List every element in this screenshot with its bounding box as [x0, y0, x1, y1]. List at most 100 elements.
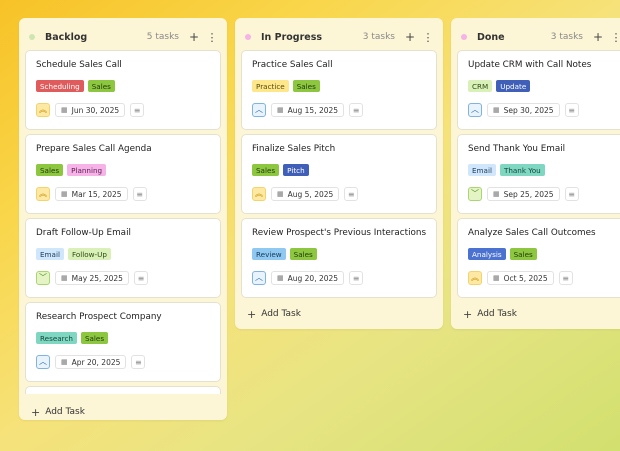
priority-high-icon[interactable]: ︽: [468, 271, 482, 285]
due-date[interactable]: ▦ May 25, 2025: [55, 271, 129, 285]
priority-medium-icon[interactable]: ︿: [252, 103, 266, 117]
task-card[interactable]: Analyze Sales Call Outcomes Analysis Sal…: [457, 218, 620, 298]
task-tag[interactable]: Sales: [252, 164, 280, 176]
card-list: Update CRM with Call Notes CRM Update ︿ …: [457, 50, 620, 298]
task-meta: ︽ ▦ Oct 5, 2025 ≡: [468, 271, 614, 285]
task-tag[interactable]: Sales: [292, 80, 320, 92]
column-task-count: 5 tasks: [146, 32, 179, 42]
task-card[interactable]: Draft Follow-Up Email Email Follow-Up ﹀ …: [25, 218, 221, 298]
notes-icon[interactable]: ≡: [133, 271, 148, 285]
notes-icon[interactable]: ≡: [564, 103, 579, 117]
column-header: In Progress 3 tasks + ⋮: [241, 24, 437, 50]
task-card[interactable]: Practice Sales Call Practice Sales ︿ ▦ A…: [241, 50, 437, 130]
add-task-button[interactable]: + Add Task: [25, 400, 221, 424]
task-tag[interactable]: Email: [36, 248, 64, 260]
notes-icon[interactable]: ≡: [349, 103, 364, 117]
add-task-label: Add Task: [45, 407, 85, 417]
task-title: Draft Follow-Up Email: [36, 228, 131, 238]
more-options-icon[interactable]: ⋮: [205, 31, 219, 44]
due-date[interactable]: ▦ Aug 5, 2025: [271, 187, 340, 201]
task-tag[interactable]: Analysis: [468, 248, 506, 260]
task-tag[interactable]: Sales: [289, 248, 317, 260]
due-date[interactable]: ▦ Apr 20, 2025: [55, 355, 127, 369]
notes-icon[interactable]: ≡: [132, 187, 147, 201]
column-task-count: 3 tasks: [362, 32, 395, 42]
priority-low-icon[interactable]: ﹀: [36, 271, 50, 285]
due-date[interactable]: ▦ Mar 15, 2025: [55, 187, 128, 201]
due-date-text: Aug 20, 2025: [287, 273, 339, 283]
task-title: Schedule Sales Call: [36, 60, 122, 70]
due-date-text: Oct 5, 2025: [503, 273, 548, 283]
notes-icon[interactable]: ≡: [130, 103, 145, 117]
task-card[interactable]: Schedule Sales Call Scheduling Sales ︽ ▦…: [25, 50, 221, 130]
notes-icon[interactable]: ≡: [131, 355, 146, 369]
task-tag[interactable]: Email: [468, 164, 496, 176]
task-card-partial: [25, 386, 221, 394]
add-icon[interactable]: +: [591, 30, 605, 44]
calendar-icon: ▦: [493, 190, 500, 198]
task-meta: ︽ ▦ Mar 15, 2025 ≡: [36, 187, 210, 201]
task-tag[interactable]: Sales: [87, 80, 115, 92]
task-tag[interactable]: Review: [252, 248, 286, 260]
task-tag[interactable]: Practice: [252, 80, 289, 92]
task-card[interactable]: Finalize Sales Pitch Sales Pitch ︽ ▦ Aug…: [241, 134, 437, 214]
due-date-text: Apr 20, 2025: [71, 357, 121, 367]
add-task-button[interactable]: + Add Task: [457, 302, 620, 326]
due-date[interactable]: ▦ Aug 15, 2025: [271, 103, 345, 117]
due-date-text: Jun 30, 2025: [71, 105, 120, 115]
task-tag[interactable]: Sales: [80, 332, 109, 344]
due-date[interactable]: ▦ Jun 30, 2025: [55, 103, 126, 117]
due-date[interactable]: ▦ Aug 20, 2025: [271, 271, 345, 285]
task-meta: ︽ ▦ Aug 5, 2025 ≡: [252, 187, 426, 201]
task-tag[interactable]: Sales: [36, 164, 64, 176]
calendar-icon: ▦: [493, 274, 500, 282]
notes-icon[interactable]: ≡: [344, 187, 359, 201]
column-backlog: Backlog 5 tasks + ⋮ Schedule Sales Call …: [19, 18, 227, 420]
task-tag[interactable]: Follow-Up: [67, 248, 111, 260]
plus-icon: +: [463, 307, 473, 321]
add-icon[interactable]: +: [187, 30, 201, 44]
task-tags: Scheduling Sales: [36, 80, 210, 92]
task-tags: Sales Pitch: [252, 164, 426, 176]
task-tag[interactable]: Thank You: [499, 164, 545, 176]
notes-icon[interactable]: ≡: [558, 271, 573, 285]
priority-high-icon[interactable]: ︽: [36, 187, 50, 201]
due-date[interactable]: ▦ Sep 25, 2025: [487, 187, 560, 201]
task-tag[interactable]: Planning: [67, 164, 107, 176]
task-tag[interactable]: CRM: [468, 80, 493, 92]
task-tag[interactable]: Pitch: [283, 164, 309, 176]
task-card[interactable]: Send Thank You Email Email Thank You ﹀ ▦…: [457, 134, 620, 214]
more-options-icon[interactable]: ⋮: [421, 31, 435, 44]
due-date[interactable]: ▦ Sep 30, 2025: [487, 103, 560, 117]
calendar-icon: ▦: [61, 106, 68, 114]
priority-medium-icon[interactable]: ︿: [252, 271, 266, 285]
priority-low-icon[interactable]: ﹀: [468, 187, 482, 201]
task-title: Research Prospect Company: [36, 312, 162, 322]
priority-medium-icon[interactable]: ︿: [36, 355, 50, 369]
task-tags: Sales Planning: [36, 164, 210, 176]
task-card[interactable]: Research Prospect Company Research Sales…: [25, 302, 221, 382]
task-card[interactable]: Review Prospect's Previous Interactions …: [241, 218, 437, 298]
column-status-dot: [29, 34, 35, 40]
more-options-icon[interactable]: ⋮: [609, 31, 620, 44]
task-card[interactable]: Update CRM with Call Notes CRM Update ︿ …: [457, 50, 620, 130]
priority-high-icon[interactable]: ︽: [252, 187, 266, 201]
task-tag[interactable]: Update: [496, 80, 531, 92]
task-title: Send Thank You Email: [468, 144, 566, 154]
due-date-text: Aug 5, 2025: [287, 189, 334, 199]
task-card[interactable]: Prepare Sales Call Agenda Sales Planning…: [25, 134, 221, 214]
add-task-label: Add Task: [477, 309, 517, 319]
task-tag[interactable]: Research: [36, 332, 77, 344]
task-tag[interactable]: Scheduling: [36, 80, 84, 92]
due-date-text: Mar 15, 2025: [71, 189, 122, 199]
add-task-button[interactable]: + Add Task: [241, 302, 437, 326]
add-icon[interactable]: +: [403, 30, 417, 44]
notes-icon[interactable]: ≡: [349, 271, 364, 285]
task-title: Review Prospect's Previous Interactions: [252, 228, 427, 238]
notes-icon[interactable]: ≡: [564, 187, 579, 201]
due-date[interactable]: ▦ Oct 5, 2025: [487, 271, 554, 285]
priority-medium-icon[interactable]: ︿: [468, 103, 482, 117]
task-meta: ︿ ▦ Aug 15, 2025 ≡: [252, 103, 426, 117]
priority-high-icon[interactable]: ︽: [36, 103, 50, 117]
task-tag[interactable]: Sales: [509, 248, 537, 260]
